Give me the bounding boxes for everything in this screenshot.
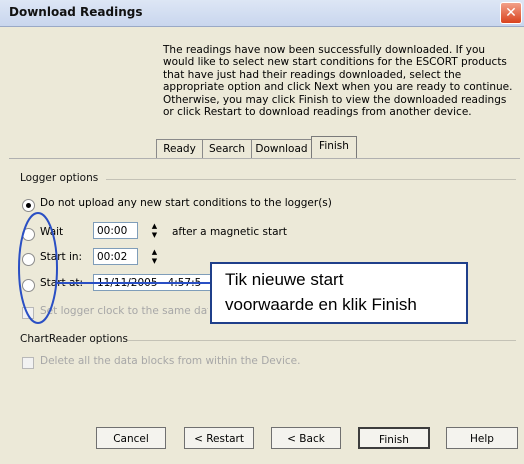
tab-ready[interactable]: Ready (156, 139, 203, 159)
chartreader-options-divider (128, 340, 516, 341)
spin-down-icon[interactable]: ▼ (147, 257, 162, 265)
start-in-radio[interactable] (22, 253, 35, 266)
wait-time-input[interactable]: 00:00 (93, 222, 138, 239)
close-icon: ✕ (505, 5, 517, 21)
start-at-label: Start at: (40, 277, 84, 289)
spin-up-icon[interactable]: ▲ (147, 222, 162, 230)
delete-blocks-label: Delete all the data blocks from within t… (40, 355, 301, 367)
wait-spinner[interactable]: ▲ ▼ (147, 222, 162, 239)
wait-label: Wait (40, 226, 64, 238)
callout-line-2: voorwaarde en klik Finish (225, 295, 417, 314)
tab-divider (9, 158, 520, 159)
restart-button[interactable]: < Restart (184, 427, 254, 449)
help-button[interactable]: Help (446, 427, 518, 449)
intro-text: The readings have now been successfully … (163, 44, 513, 119)
window-title: Download Readings (9, 5, 143, 19)
wait-radio[interactable] (22, 228, 35, 241)
delete-blocks-checkbox[interactable] (22, 357, 34, 369)
logger-options-heading: Logger options (20, 172, 99, 184)
download-readings-dialog: Download Readings ✕ The readings have no… (0, 0, 524, 464)
set-clock-checkbox[interactable] (22, 307, 34, 319)
spin-down-icon[interactable]: ▼ (147, 231, 162, 239)
no-upload-radio[interactable] (22, 199, 35, 212)
start-in-spinner[interactable]: ▲ ▼ (147, 248, 162, 265)
close-button[interactable]: ✕ (500, 2, 522, 24)
tab-search[interactable]: Search (202, 139, 252, 159)
callout-line-1: Tik nieuwe start (225, 270, 344, 289)
cancel-button[interactable]: Cancel (96, 427, 166, 449)
start-in-label: Start in: (40, 251, 83, 263)
spin-up-icon[interactable]: ▲ (147, 248, 162, 256)
set-clock-label: Set logger clock to the same date (40, 305, 208, 317)
annotation-callout: Tik nieuwe start voorwaarde en klik Fini… (210, 262, 468, 324)
back-button[interactable]: < Back (271, 427, 341, 449)
wait-suffix: after a magnetic start (172, 226, 287, 238)
start-at-input[interactable]: 11/11/2005 4:57:5 (93, 274, 213, 291)
start-at-radio[interactable] (22, 279, 35, 292)
start-in-input[interactable]: 00:02 (93, 248, 138, 265)
tab-download[interactable]: Download (251, 139, 312, 159)
logger-options-divider (106, 179, 516, 180)
title-bar: Download Readings ✕ (0, 0, 524, 27)
chartreader-options-heading: ChartReader options (20, 333, 129, 345)
finish-button[interactable]: Finish (358, 427, 430, 449)
tab-finish[interactable]: Finish (311, 136, 357, 159)
no-upload-label: Do not upload any new start conditions t… (40, 197, 332, 209)
